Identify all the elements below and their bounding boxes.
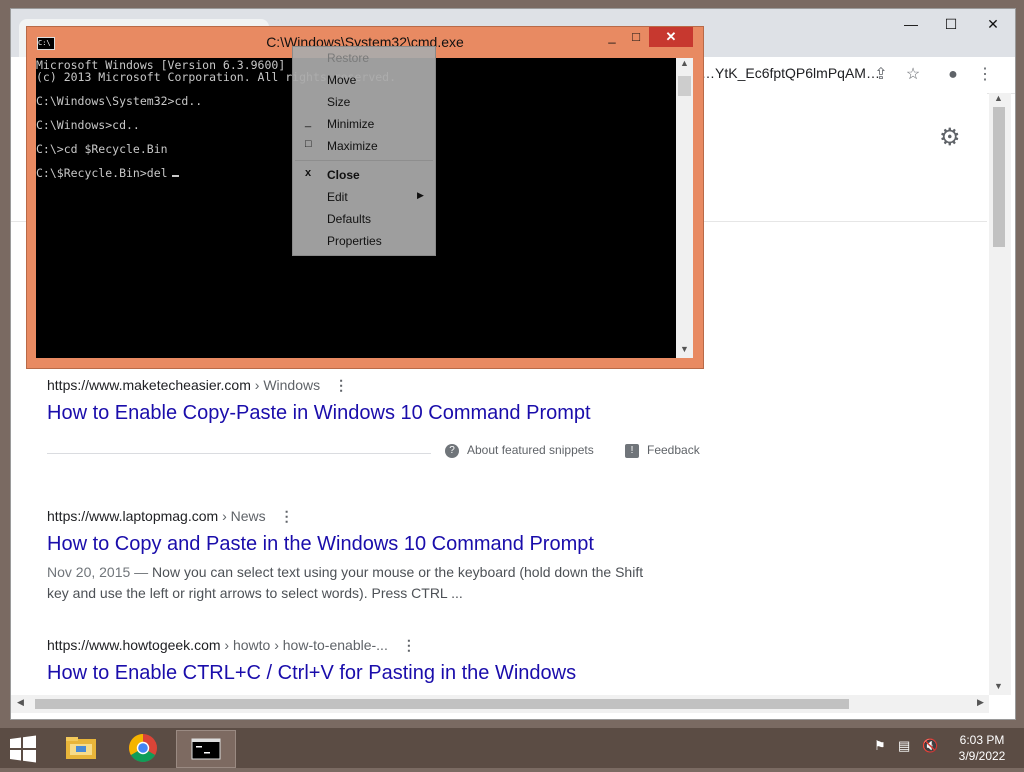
- chrome-minimize-button[interactable]: —: [891, 13, 931, 35]
- chrome-close-button[interactable]: ✕: [973, 13, 1013, 35]
- address-bar-url[interactable]: …YtK_Ec6fptQP6lmPqAM…: [701, 65, 880, 81]
- text-cursor: [171, 175, 179, 177]
- vertical-scrollbar[interactable]: ▲ ▼: [989, 93, 1011, 695]
- clock-date: 3/9/2022: [958, 749, 1006, 763]
- file-explorer-button[interactable]: [52, 730, 110, 766]
- menu-item-label: Restore: [327, 51, 370, 65]
- action-center-flag-icon[interactable]: ⚑: [874, 738, 886, 754]
- kebab-icon[interactable]: ⋮: [973, 63, 997, 87]
- menu-item-label: Defaults: [327, 212, 372, 226]
- system-menu: Restore Move Size _ Minimize □ Maximize x Close E…: [292, 46, 436, 256]
- cmd-taskbar-button[interactable]: [176, 730, 236, 768]
- result-url[interactable]: https://www.maketecheasier.com › Windows…: [47, 377, 591, 394]
- scroll-left-icon[interactable]: ◀: [17, 697, 24, 708]
- volume-muted-icon[interactable]: 🔇: [922, 738, 938, 754]
- scroll-thumb[interactable]: [678, 76, 691, 96]
- menu-item-restore: Restore: [293, 47, 435, 69]
- about-snippets-link[interactable]: ? About featured snippets: [445, 443, 594, 458]
- result-title-link[interactable]: How to Enable Copy-Paste in Windows 10 C…: [47, 402, 591, 425]
- search-result: https://www.howtogeek.com › howto › how-…: [47, 637, 576, 685]
- kebab-icon[interactable]: ⋮: [402, 637, 416, 654]
- kebab-icon[interactable]: ⋮: [334, 377, 348, 394]
- horizontal-scrollbar[interactable]: ◀ ▶: [11, 695, 989, 713]
- close-glyph-icon: x: [305, 167, 312, 179]
- feedback-icon: !: [625, 443, 639, 458]
- result-title-link[interactable]: How to Enable CTRL+C / Ctrl+V for Pastin…: [47, 662, 576, 685]
- result-title-link[interactable]: How to Copy and Paste in the Windows 10 …: [47, 533, 647, 556]
- kebab-icon[interactable]: ⋮: [280, 508, 294, 525]
- system-tray: ⚑ ▤ 🔇: [872, 738, 952, 758]
- scroll-thumb[interactable]: [35, 699, 849, 709]
- scroll-up-icon[interactable]: ▲: [680, 58, 689, 68]
- file-explorer-icon: [66, 737, 96, 759]
- star-icon[interactable]: ☆: [901, 63, 925, 87]
- menu-item-size[interactable]: Size: [293, 91, 435, 113]
- clock-time: 6:03 PM: [959, 733, 1005, 747]
- menu-item-properties[interactable]: Properties: [293, 230, 435, 252]
- scroll-thumb[interactable]: [993, 107, 1005, 247]
- featured-snippet-footer: ? About featured snippets ! Feedback: [47, 443, 707, 463]
- cmd-scrollbar[interactable]: ▲ ▼: [676, 58, 693, 358]
- menu-item-move[interactable]: Move: [293, 69, 435, 91]
- menu-item-label: Maximize: [327, 139, 378, 153]
- menu-separator: [295, 160, 433, 161]
- menu-item-label: Move: [327, 73, 357, 87]
- scroll-up-icon[interactable]: ▲: [994, 93, 1003, 103]
- share-icon[interactable]: ⇪: [869, 63, 893, 87]
- result-url[interactable]: https://www.howtogeek.com › howto › how-…: [47, 637, 576, 654]
- menu-item-label: Minimize: [327, 117, 375, 131]
- menu-item-maximize[interactable]: □ Maximize: [293, 135, 435, 157]
- help-icon: ?: [445, 443, 459, 458]
- windows-start-icon[interactable]: [8, 734, 38, 764]
- cmd-maximize-button[interactable]: □: [621, 27, 651, 47]
- search-result: https://www.maketecheasier.com › Windows…: [47, 377, 591, 425]
- result-snippet: Nov 20, 2015 — Now you can select text u…: [47, 564, 644, 601]
- menu-item-edit[interactable]: Edit ▶: [293, 186, 435, 208]
- cmd-icon: [191, 738, 221, 760]
- chrome-taskbar-button[interactable]: [114, 730, 172, 766]
- menu-item-label: Edit: [327, 190, 348, 204]
- divider: [47, 453, 431, 454]
- gear-icon[interactable]: ⚙: [939, 123, 961, 152]
- scroll-down-icon[interactable]: ▼: [994, 681, 1003, 691]
- chrome-icon: [129, 734, 157, 762]
- maximize-glyph-icon: □: [305, 138, 312, 150]
- menu-item-close[interactable]: x Close: [293, 164, 435, 186]
- network-icon[interactable]: ▤: [898, 738, 910, 754]
- scroll-right-icon[interactable]: ▶: [977, 697, 984, 708]
- search-result: https://www.laptopmag.com › News ⋮ How to…: [47, 508, 647, 604]
- result-url[interactable]: https://www.laptopmag.com › News ⋮: [47, 508, 647, 525]
- taskbar-clock[interactable]: 6:03 PM 3/9/2022: [950, 732, 1014, 764]
- menu-item-minimize[interactable]: _ Minimize: [293, 113, 435, 135]
- minimize-glyph-icon: _: [305, 116, 312, 128]
- menu-item-label: Close: [327, 168, 360, 182]
- taskbar: ⚑ ▤ 🔇 6:03 PM 3/9/2022: [0, 728, 1024, 768]
- submenu-arrow-icon: ▶: [417, 190, 424, 200]
- profile-icon[interactable]: ●: [941, 63, 965, 87]
- menu-item-label: Size: [327, 95, 351, 109]
- chrome-maximize-button[interactable]: ☐: [931, 13, 971, 35]
- cmd-close-button[interactable]: ✕: [649, 27, 693, 47]
- feedback-link[interactable]: ! Feedback: [625, 443, 700, 458]
- scroll-down-icon[interactable]: ▼: [680, 344, 689, 354]
- menu-item-defaults[interactable]: Defaults: [293, 208, 435, 230]
- menu-item-label: Properties: [327, 234, 382, 248]
